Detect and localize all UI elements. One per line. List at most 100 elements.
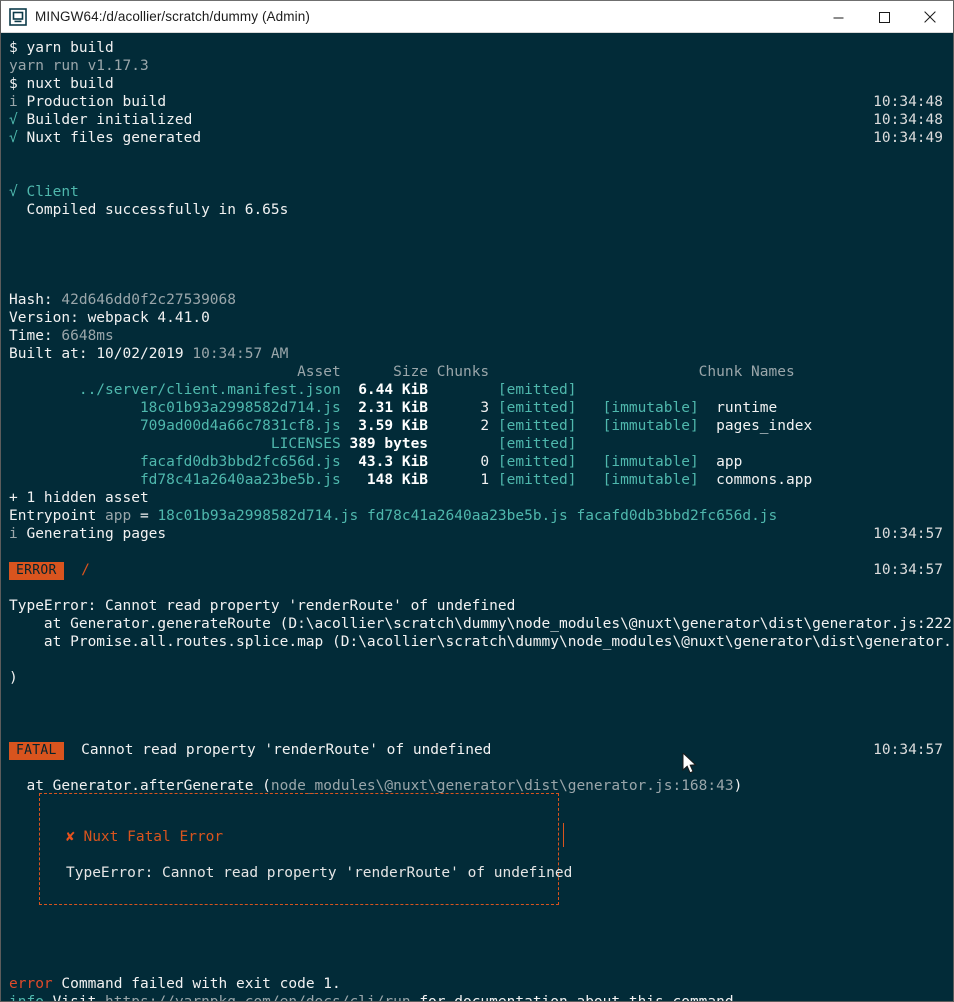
cell-asset: LICENSES [9, 436, 341, 452]
cell-gap [489, 454, 498, 470]
terminal-line: + 1 hidden asset [1, 489, 953, 507]
error-command-failed: Command failed with exit code 1. [61, 976, 341, 992]
terminal-line: $ nuxt build [1, 75, 953, 93]
terminal-line: √ Nuxt files generated 10:34:49 [1, 129, 953, 147]
info-rest-label: for documentation about this command. [419, 994, 742, 1001]
timestamp: 10:34:57 [873, 562, 943, 578]
close-button[interactable] [907, 1, 953, 33]
cell-immutable: [immutable] [602, 454, 717, 470]
terminal-line: i Production build 10:34:48 [1, 93, 953, 111]
cell-size: 3.59 KiB [340, 418, 429, 434]
window-controls [815, 1, 953, 33]
nuxt-files-generated-label: Nuxt files generated [26, 130, 202, 146]
cell-gap-2 [594, 400, 603, 416]
terminal-line: √ Client [1, 183, 953, 201]
cell-emitted: [emitted] [497, 436, 594, 452]
fatal-box-title: Nuxt Fatal Error [83, 829, 224, 845]
cell-gap-2 [594, 472, 603, 488]
info-icon: i [9, 94, 18, 110]
command-nuxt-build: $ nuxt build [9, 76, 114, 92]
fatal-at-prefix: at Generator.afterGenerate ( [9, 778, 271, 794]
cell-immutable [603, 436, 717, 452]
asset-table-header: Asset Size Chunks Chunk Names [1, 363, 953, 381]
check-icon: √ [9, 112, 18, 128]
cell-chunk-names: runtime [716, 400, 778, 416]
asset-table-row: fd78c41a2640aa23be5b.js 148 KiB 1 [emitt… [1, 471, 953, 489]
check-icon: √ [9, 184, 18, 200]
time-label: Time: [9, 328, 53, 344]
cell-chunk-names: commons.app [716, 472, 813, 488]
terminal-line: Entrypoint app = 18c01b93a2998582d714.js… [1, 507, 953, 525]
cell-chunks: 3 [428, 400, 490, 416]
typeerror-message: TypeError: Cannot read property 'renderR… [9, 598, 516, 614]
cell-emitted: [emitted] [497, 472, 594, 488]
compiled-successfully-label: Compiled successfully in 6.65s [26, 202, 289, 218]
asset-table-row: LICENSES 389 bytes [emitted] [1, 435, 953, 453]
terminal-line: Time: 6648ms [1, 327, 953, 345]
fatal-box-cursor-mark [563, 823, 564, 847]
cell-size: 2.31 KiB [340, 400, 429, 416]
cell-asset: 18c01b93a2998582d714.js [9, 400, 341, 416]
cell-size: 6.44 KiB [340, 382, 429, 398]
stack-close-paren: ) [9, 670, 18, 686]
entrypoint-equals: = [139, 508, 149, 524]
stack-frame-1: at Generator.generateRoute (D:\acollier\… [9, 616, 953, 632]
fatal-badge: FATAL [9, 742, 64, 760]
header-size: Size [340, 364, 429, 380]
info-icon: i [9, 526, 18, 542]
hash-value: 42d646dd0f2c27539068 [61, 292, 236, 308]
terminal-line: i Generating pages 10:34:57 [1, 525, 953, 543]
terminal-line: yarn run v1.17.3 [1, 57, 953, 75]
maximize-icon [878, 11, 890, 23]
cell-gap [489, 400, 498, 416]
asset-table: Asset Size Chunks Chunk Names ../server/… [1, 363, 953, 489]
fatal-message: Cannot read property 'renderRoute' of un… [81, 742, 492, 758]
entrypoint-name: app [105, 508, 132, 524]
cell-chunks: 1 [428, 472, 490, 488]
generating-pages-label: Generating pages [26, 526, 167, 542]
maximize-button[interactable] [861, 1, 907, 33]
cell-gap [489, 472, 498, 488]
cell-size: 43.3 KiB [340, 454, 429, 470]
error-word: error [9, 976, 53, 992]
entrypoint-files: 18c01b93a2998582d714.js fd78c41a2640aa23… [157, 508, 778, 524]
cell-chunks [428, 436, 489, 452]
minimize-button[interactable] [815, 1, 861, 33]
cell-emitted: [emitted] [497, 418, 594, 434]
cell-chunks: 0 [428, 454, 490, 470]
cell-immutable: [immutable] [602, 418, 717, 434]
header-chunk-names: Chunk Names [489, 364, 795, 380]
nuxt-fatal-error-box: ✘ Nuxt Fatal Error TypeError: Cannot rea… [39, 793, 572, 905]
built-at-time: 10:34:57 AM [192, 346, 289, 362]
cell-gap [489, 418, 498, 434]
hash-label: Hash: [9, 292, 53, 308]
cell-chunk-names: pages_index [716, 418, 813, 434]
terminal-body[interactable]: $ yarn build yarn run v1.17.3 $ nuxt bui… [1, 33, 953, 1001]
cell-gap-2 [594, 454, 603, 470]
info-word: info [9, 994, 44, 1001]
fatal-at-path: node_modules\@nuxt\generator\dist\genera… [270, 778, 734, 794]
hidden-asset-note: + 1 hidden asset [9, 490, 149, 506]
yarn-docs-link[interactable]: https://yarnpkg.com/en/docs/cli/run [105, 994, 411, 1001]
cell-gap [489, 382, 498, 398]
terminal-icon [9, 7, 27, 26]
window-title: MINGW64:/d/acollier/scratch/dummy (Admin… [35, 9, 310, 24]
built-at-date: 10/02/2019 [96, 346, 184, 362]
fatal-at-suffix: ) [733, 778, 743, 794]
timestamp: 10:34:48 [873, 94, 943, 110]
cell-immutable [603, 382, 717, 398]
terminal-line: FATAL Cannot read property 'renderRoute'… [1, 741, 953, 760]
fatal-box-message: TypeError: Cannot read property 'renderR… [66, 865, 573, 881]
